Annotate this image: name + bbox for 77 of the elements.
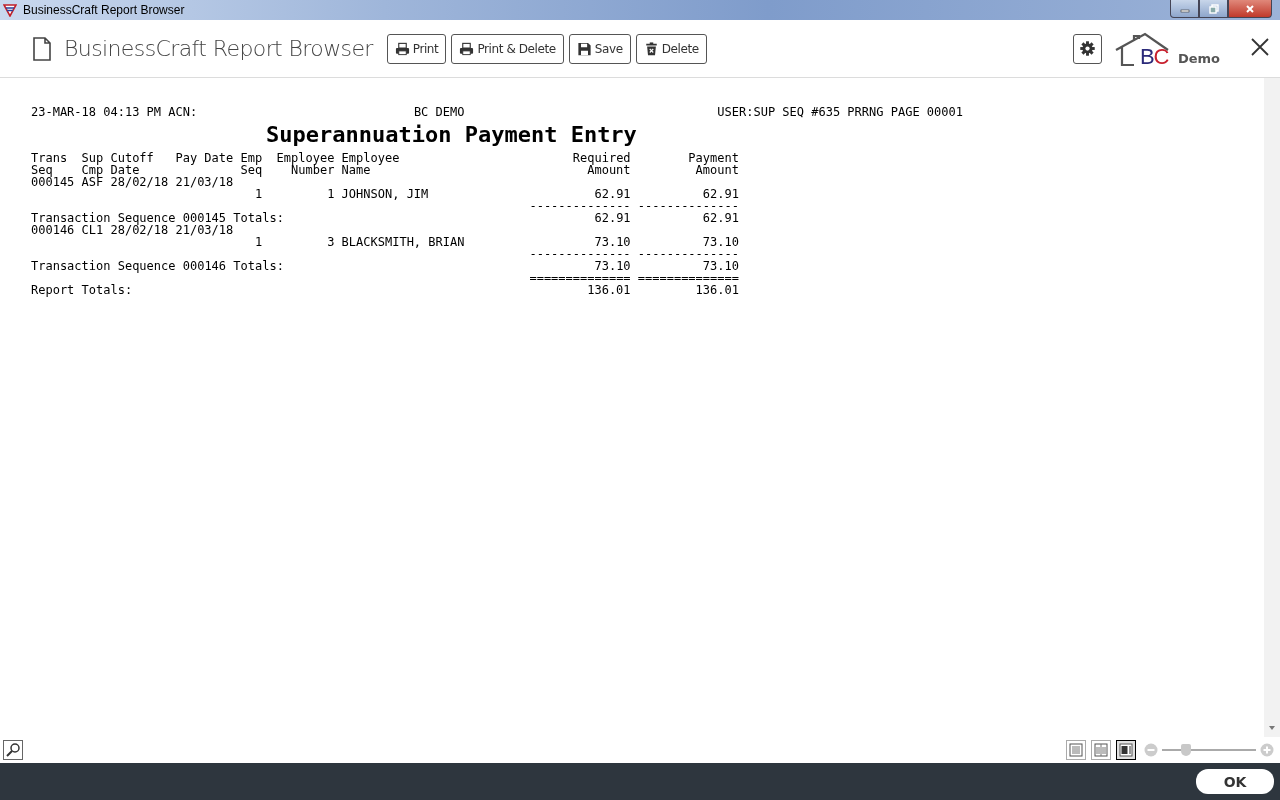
column-header: Emp Seq bbox=[240, 152, 263, 176]
slider-thumb[interactable] bbox=[1180, 744, 1191, 756]
trash-icon bbox=[643, 41, 659, 56]
rule-text: -------------- bbox=[529, 200, 631, 212]
outline-view-button[interactable] bbox=[1116, 740, 1136, 760]
column-header: Cutoff Date bbox=[110, 152, 155, 176]
total-amount: 136.01 bbox=[694, 284, 739, 296]
print-button[interactable]: Print bbox=[386, 33, 447, 64]
table-cell: 000145 bbox=[31, 176, 75, 188]
column-header: Trans Seq bbox=[31, 152, 68, 176]
document-icon bbox=[32, 36, 52, 61]
double-view-button[interactable] bbox=[1091, 740, 1111, 760]
print-button[interactable]: Print & Delete bbox=[451, 33, 564, 64]
table-cell-text: 1 bbox=[326, 188, 335, 200]
delete-button[interactable]: Delete bbox=[635, 33, 707, 64]
table-cell-text: 3 bbox=[326, 236, 335, 248]
column-header: Sup Cmp bbox=[81, 152, 104, 176]
total-amount: 73.10 bbox=[701, 260, 739, 272]
report-header-text: BC DEMO bbox=[413, 106, 466, 118]
column-header: Required Amount bbox=[571, 152, 631, 176]
table-cell-text: BLACKSMITH, BRIAN bbox=[341, 236, 466, 248]
table-cell-text: 62.91 bbox=[701, 188, 739, 200]
rule-text: -------------- bbox=[529, 248, 631, 260]
table-cell-text: 73.10 bbox=[701, 236, 739, 248]
report-header-text: USER:SUP SEQ #635 PRRNG PAGE 00001 bbox=[717, 106, 963, 118]
house-logo-icon bbox=[1113, 31, 1170, 68]
window-title: BusinessCraft Report Browser bbox=[23, 3, 185, 17]
printer-icon bbox=[459, 41, 475, 56]
total-label: Report Totals: bbox=[31, 284, 134, 296]
settings-button[interactable] bbox=[1072, 33, 1102, 64]
search-icon bbox=[5, 742, 21, 758]
total-label: Transaction Sequence 000145 Totals: bbox=[31, 212, 285, 224]
table-cell: 28/02/18 bbox=[110, 224, 169, 236]
column-header: Pay Date bbox=[175, 152, 234, 167]
zoom-slider[interactable] bbox=[1162, 743, 1256, 757]
rule-text: ============== bbox=[529, 272, 631, 284]
rule-text: ============== bbox=[637, 272, 739, 284]
report-header-text: 23-MAR-18 04:13 PM ACN: bbox=[31, 106, 199, 118]
table-cell-text: 1 bbox=[253, 188, 263, 200]
total-amount: 136.01 bbox=[586, 284, 631, 296]
table-cell-text: 62.91 bbox=[593, 188, 631, 200]
table-cell-text: JOHNSON, JIM bbox=[341, 188, 430, 200]
table-cell: 000146 bbox=[31, 224, 75, 236]
logo-text: BC bbox=[1139, 43, 1169, 70]
restore-icon bbox=[1208, 3, 1219, 14]
table-cell: 21/03/18 bbox=[175, 176, 234, 188]
table-cell: 28/02/18 bbox=[110, 176, 169, 188]
total-amount: 62.91 bbox=[701, 212, 739, 224]
rule-text: -------------- bbox=[637, 248, 739, 260]
brand-subtitle: Demo bbox=[1177, 50, 1220, 66]
minimize-button[interactable] bbox=[1170, 0, 1199, 18]
close-icon bbox=[1250, 37, 1270, 57]
single-view-button[interactable] bbox=[1066, 740, 1086, 760]
settings-icon bbox=[1078, 40, 1096, 57]
close-icon bbox=[1245, 3, 1255, 14]
column-header: Employee Number bbox=[275, 152, 335, 176]
printer-icon bbox=[394, 41, 410, 56]
restore-button[interactable] bbox=[1199, 0, 1228, 18]
column-header: Employee Name bbox=[341, 152, 401, 176]
search-button[interactable] bbox=[3, 740, 23, 760]
total-amount: 62.91 bbox=[593, 212, 631, 224]
table-cell-text: 1 bbox=[253, 236, 263, 248]
column-header: Payment Amount bbox=[687, 152, 739, 176]
report-title: Superannuation Payment Entry bbox=[266, 122, 638, 149]
close-button[interactable] bbox=[1228, 0, 1272, 18]
table-cell: CL1 bbox=[81, 224, 104, 236]
table-cell: 21/03/18 bbox=[175, 224, 234, 236]
ok-button[interactable]: OK bbox=[1196, 769, 1274, 794]
table-cell: ASF bbox=[81, 176, 104, 188]
total-amount: 73.10 bbox=[593, 260, 631, 272]
table-cell-text: 73.10 bbox=[593, 236, 631, 248]
scrollbar[interactable] bbox=[1264, 78, 1280, 737]
save-button[interactable]: Save bbox=[568, 33, 631, 64]
rule-text: -------------- bbox=[637, 200, 739, 212]
app-icon bbox=[3, 3, 17, 17]
app-title: BusinessCraft Report Browser bbox=[64, 36, 373, 61]
total-label: Transaction Sequence 000146 Totals: bbox=[31, 260, 285, 272]
